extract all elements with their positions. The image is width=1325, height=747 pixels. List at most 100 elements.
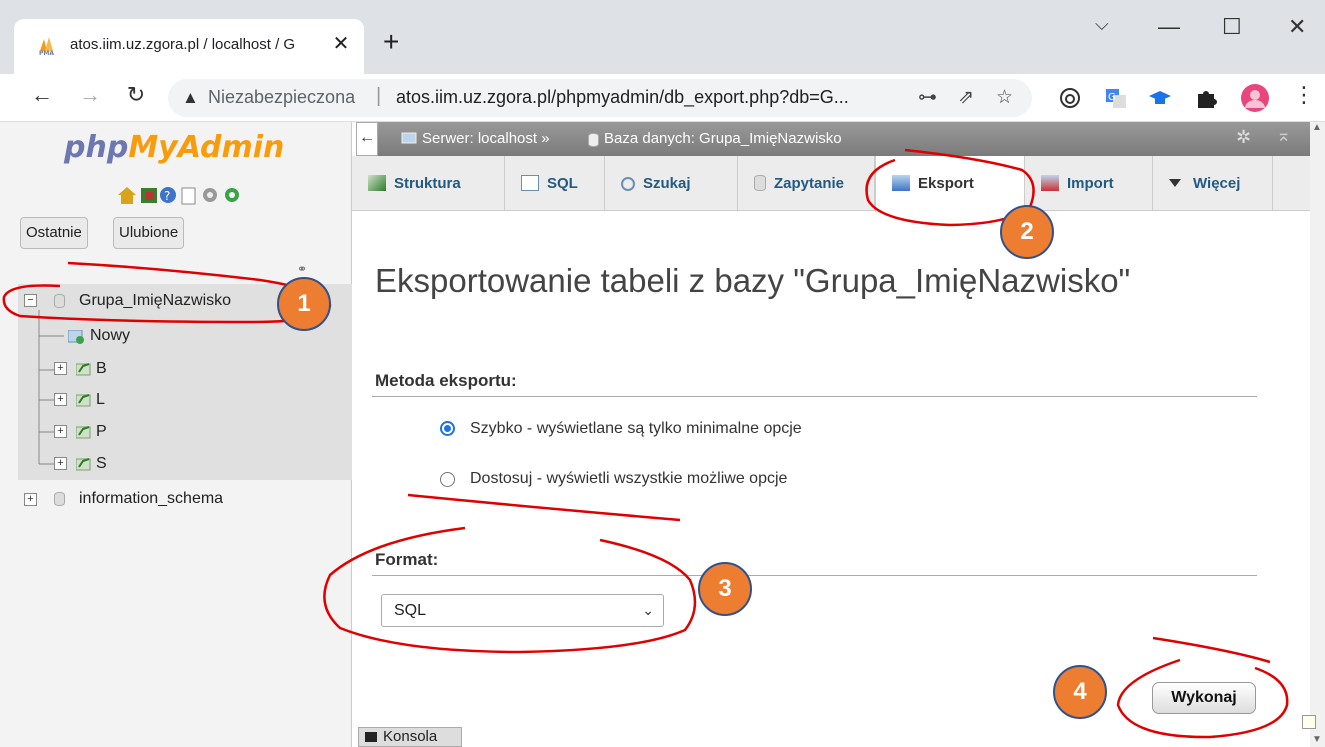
tab-structure[interactable]: Struktura (352, 156, 505, 211)
new-table-icon (68, 330, 84, 344)
expand-table-p-icon[interactable]: + (54, 425, 67, 438)
method-quick-radio[interactable] (440, 421, 455, 436)
divider (372, 396, 1257, 397)
annotation-badge-1: 1 (277, 277, 331, 331)
address-bar[interactable]: ▲ Niezabezpieczona | atos.iim.uz.zgora.p… (168, 79, 1032, 117)
tree-table-p[interactable]: P (96, 423, 107, 441)
tab-more-label: Więcej (1193, 175, 1241, 192)
tree-new-item[interactable]: Nowy (90, 327, 130, 345)
tree-db-information-schema[interactable]: information_schema (79, 490, 223, 508)
tree-table-s[interactable]: S (96, 455, 107, 473)
tab-export[interactable]: Eksport (875, 156, 1025, 212)
tab-title: atos.iim.uz.zgora.pl / localhost / G (70, 36, 296, 53)
window-close-icon[interactable]: ✕ (1288, 14, 1306, 40)
expand-table-l-icon[interactable]: + (54, 393, 67, 406)
method-custom-label[interactable]: Dostosuj - wyświetli wszystkie możliwe o… (470, 470, 787, 488)
table-p-icon (76, 426, 91, 439)
tree-table-l[interactable]: L (96, 391, 105, 409)
console-toggle[interactable]: Konsola (358, 727, 462, 747)
warning-icon[interactable]: ▲ (182, 88, 199, 108)
chevron-down-icon (1169, 179, 1181, 187)
page-title: Eksportowanie tabeli z bazy "Grupa_ImięN… (375, 262, 1131, 299)
maximize-icon[interactable]: ☐ (1222, 14, 1242, 40)
share-icon[interactable]: ⇗ (958, 86, 974, 109)
annotation-badge-2: 2 (1000, 205, 1054, 259)
svg-text:G: G (1108, 92, 1116, 103)
database-crumb-icon (588, 133, 599, 147)
google-translate-icon[interactable]: G (1104, 86, 1128, 110)
bookmark-star-icon[interactable]: ☆ (996, 86, 1013, 109)
svg-text:PMA: PMA (39, 50, 54, 55)
settings-gear-icon[interactable]: ✲ (1236, 127, 1251, 148)
scrollbar[interactable]: ▲ ▼ (1302, 122, 1325, 747)
tab-sql[interactable]: SQL (505, 156, 605, 211)
database-icon (54, 492, 65, 506)
collapse-nav-icon[interactable]: ← (356, 122, 378, 156)
scroll-down-icon[interactable]: ▼ (1312, 734, 1322, 745)
expand-table-b-icon[interactable]: + (54, 362, 67, 375)
collapse-top-icon[interactable]: ⌅ (1276, 125, 1291, 146)
browser-tab[interactable]: PMA atos.iim.uz.zgora.pl / localhost / G… (14, 19, 364, 74)
tab-search[interactable]: Szukaj (605, 156, 738, 211)
url-text[interactable]: atos.iim.uz.zgora.pl/phpmyadmin/db_expor… (396, 87, 849, 108)
export-method-heading: Metoda eksportu: (375, 371, 517, 390)
tree-db-grupa[interactable]: Grupa_ImięNazwisko (79, 292, 231, 310)
tab-query-label: Zapytanie (774, 175, 845, 192)
tab-search-label: Szukaj (643, 175, 691, 192)
phpmyadmin-favicon-icon: PMA (39, 37, 54, 55)
new-tab-icon[interactable]: + (383, 28, 399, 56)
navigation-panel: phpMyAdmin ? Ostatnie Ulubione ⚭ − Grupa… (0, 122, 352, 747)
graduation-cap-icon[interactable] (1148, 86, 1172, 110)
extension-headphones-icon[interactable] (1058, 86, 1082, 110)
format-select-value: SQL (394, 602, 427, 619)
tab-more[interactable]: Więcej (1153, 156, 1273, 211)
browser-toolbar: ← → ↻ ▲ Niezabezpieczona | atos.iim.uz.z… (0, 74, 1325, 122)
method-quick-label[interactable]: Szybko - wyświetlane są tylko minimalne … (470, 420, 802, 438)
table-s-icon (76, 458, 91, 471)
browser-menu-icon[interactable]: ⋮ (1290, 82, 1318, 108)
database-icon (54, 294, 65, 308)
structure-icon (368, 175, 386, 191)
tab-sql-label: SQL (547, 175, 578, 192)
page-settings-icon[interactable] (1302, 715, 1316, 729)
sql-icon (521, 175, 539, 191)
collapse-db-icon[interactable]: − (24, 294, 37, 307)
server-icon (401, 132, 417, 144)
export-icon (892, 175, 910, 191)
omnibox-separator: | (376, 85, 382, 107)
reload-icon[interactable]: ↻ (122, 82, 150, 108)
tab-menu: Struktura SQL Szukaj Zapytanie Eksport I… (352, 156, 1310, 212)
tab-query[interactable]: Zapytanie (738, 156, 875, 211)
tab-close-icon[interactable]: ✕ (329, 32, 353, 56)
tab-search-icon[interactable]: ⌵ (1095, 14, 1109, 35)
method-custom-radio[interactable] (440, 472, 455, 487)
insecure-label[interactable]: Niezabezpieczona (208, 87, 355, 108)
key-icon[interactable]: ⊶ (918, 86, 937, 109)
search-icon (621, 177, 635, 191)
browser-tab-bar: PMA atos.iim.uz.zgora.pl / localhost / G… (0, 0, 1325, 74)
expand-table-s-icon[interactable]: + (54, 457, 67, 470)
tab-import-label: Import (1067, 175, 1114, 192)
format-select[interactable]: SQL ⌄ (381, 594, 664, 627)
tab-import[interactable]: Import (1025, 156, 1153, 211)
scroll-up-icon[interactable]: ▲ (1312, 122, 1322, 133)
annotation-badge-4: 4 (1053, 665, 1107, 719)
console-label: Konsola (383, 728, 438, 745)
go-button[interactable]: Wykonaj (1152, 682, 1256, 714)
profile-avatar-icon[interactable] (1240, 83, 1270, 113)
breadcrumb-bar: Serwer: localhost » Baza danych: Grupa_I… (356, 122, 1325, 156)
breadcrumb-database[interactable]: Baza danych: Grupa_ImięNazwisko (604, 130, 842, 147)
extensions-puzzle-icon[interactable] (1194, 86, 1218, 110)
divider (372, 575, 1257, 576)
import-icon (1041, 175, 1059, 191)
back-icon[interactable]: ← (28, 82, 56, 108)
format-heading: Format: (375, 550, 439, 569)
forward-icon[interactable]: → (76, 82, 104, 108)
tree-table-b[interactable]: B (96, 360, 107, 378)
expand-db-information-schema-icon[interactable]: + (24, 493, 37, 506)
chevron-down-icon: ⌄ (642, 602, 654, 618)
minimize-icon[interactable]: — (1158, 14, 1180, 40)
table-l-icon (76, 394, 91, 407)
tab-export-label: Eksport (918, 175, 974, 192)
breadcrumb-server[interactable]: Serwer: localhost » (422, 130, 550, 147)
